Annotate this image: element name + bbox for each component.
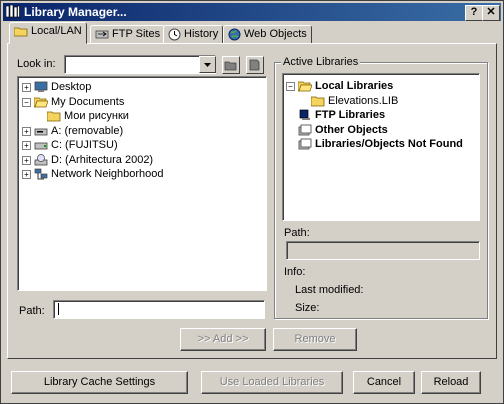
expand-icon[interactable]: +	[22, 83, 31, 92]
tree-item[interactable]: − My Documents	[18, 95, 266, 109]
objects-icon	[298, 124, 312, 135]
tree-item-label: D: (Arhitectura 2002)	[51, 153, 154, 166]
tree-item-label: Desktop	[51, 81, 92, 93]
tree-item-label: Other Objects	[315, 123, 388, 136]
missing-icon	[298, 138, 312, 150]
tree-item[interactable]: + Network Neighborhood	[18, 167, 266, 181]
folder-icon	[311, 96, 325, 106]
ftp-icon	[95, 30, 109, 38]
tree-item[interactable]: + A: (removable)	[18, 124, 266, 138]
up-folder-button[interactable]	[222, 56, 240, 74]
tree-item-label: A: (removable)	[51, 124, 124, 137]
tree-item-label: C: (FUJITSU)	[51, 139, 118, 151]
tree-item[interactable]: Libraries/Objects Not Found	[283, 137, 479, 151]
new-folder-button[interactable]	[246, 56, 264, 74]
tab-label: FTP Sites	[112, 28, 161, 40]
globe-icon	[228, 28, 241, 41]
hard-drive-icon	[34, 142, 48, 150]
tab-ftp-sites[interactable]: FTP Sites	[90, 25, 166, 44]
cancel-button[interactable]: Cancel	[353, 371, 415, 394]
folder-icon	[47, 111, 61, 122]
tab-label: History	[184, 28, 219, 40]
tree-item[interactable]: Elevations.LIB	[283, 94, 479, 108]
tree-item-label: Network Neighborhood	[51, 168, 164, 180]
tree-item[interactable]: FTP Libraries	[283, 108, 479, 122]
active-libraries-tree[interactable]: − Local Libraries Elevations.LIB FTP Librar…	[282, 73, 480, 221]
tab-local-lan[interactable]: Local/LAN	[9, 22, 87, 44]
library-books-icon	[6, 5, 20, 18]
browser-path-input[interactable]	[53, 300, 265, 319]
tree-item[interactable]: + Desktop	[18, 80, 266, 94]
library-path-label: Path:	[284, 227, 310, 239]
library-manager-window: Library Manager... ? ✕ Local/LAN FTP Sit…	[0, 0, 504, 404]
tree-item-label: Local Libraries	[315, 80, 394, 92]
tree-item-label: Libraries/Objects Not Found	[315, 138, 463, 150]
expand-icon[interactable]: +	[22, 155, 31, 165]
open-folder-icon	[298, 81, 312, 92]
tree-item-label: My Documents	[51, 95, 125, 108]
folder-tree[interactable]: + Desktop − My Documents Мои рисунки + A: (rem…	[17, 76, 267, 291]
folder-icon	[14, 27, 28, 36]
history-icon	[168, 28, 181, 41]
active-libraries-title: Active Libraries	[281, 56, 361, 68]
reload-button[interactable]: Reload	[421, 371, 481, 394]
collapse-icon[interactable]: −	[22, 97, 31, 107]
ftp-library-icon	[299, 109, 310, 120]
library-path-field	[286, 241, 480, 260]
collapse-icon[interactable]: −	[286, 82, 295, 91]
network-icon	[34, 168, 48, 180]
tree-item[interactable]: Other Objects	[283, 123, 479, 137]
tree-item-label: Мои рисунки	[64, 110, 129, 122]
browser-path-label: Path:	[19, 305, 45, 317]
add-button[interactable]: >> Add >>	[180, 328, 266, 351]
expand-icon[interactable]: +	[22, 126, 31, 136]
close-button[interactable]: ✕	[482, 5, 500, 21]
chevron-down-icon	[204, 63, 211, 67]
window-title: Library Manager...	[24, 5, 127, 19]
tree-item[interactable]: − Local Libraries	[283, 79, 479, 93]
look-in-combo[interactable]	[64, 55, 216, 74]
use-loaded-libraries-button[interactable]: Use Loaded Libraries	[201, 371, 343, 394]
tree-item-label: Elevations.LIB	[328, 94, 399, 107]
desktop-icon	[34, 81, 48, 92]
title-bar[interactable]: Library Manager... ? ✕	[3, 3, 501, 21]
up-folder-icon	[224, 61, 237, 71]
look-in-label: Look in:	[17, 58, 56, 70]
library-cache-settings-button[interactable]: Library Cache Settings	[11, 371, 188, 394]
expand-icon[interactable]: +	[22, 141, 31, 150]
tree-item[interactable]: + C: (FUJITSU)	[18, 138, 266, 152]
last-modified-label: Last modified:	[295, 284, 364, 296]
new-folder-icon	[249, 59, 260, 71]
size-label: Size:	[295, 302, 320, 314]
open-folder-icon	[34, 97, 48, 107]
help-button[interactable]: ?	[465, 5, 483, 21]
tab-label: Local/LAN	[31, 25, 82, 37]
tree-item-label: FTP Libraries	[315, 109, 386, 121]
look-in-dropdown-button[interactable]	[199, 56, 216, 73]
floppy-drive-icon	[34, 128, 48, 135]
info-label: Info:	[284, 266, 306, 278]
text-cursor	[58, 303, 59, 315]
tree-item[interactable]: Мои рисунки	[18, 109, 266, 123]
tree-item[interactable]: + D: (Arhitectura 2002)	[18, 153, 266, 167]
tab-history[interactable]: History	[163, 25, 224, 44]
tab-web-objects[interactable]: Web Objects	[223, 25, 312, 44]
expand-icon[interactable]: +	[22, 170, 31, 179]
remove-button[interactable]: Remove	[273, 328, 357, 351]
cd-drive-icon	[34, 153, 48, 165]
tab-label: Web Objects	[244, 28, 307, 40]
